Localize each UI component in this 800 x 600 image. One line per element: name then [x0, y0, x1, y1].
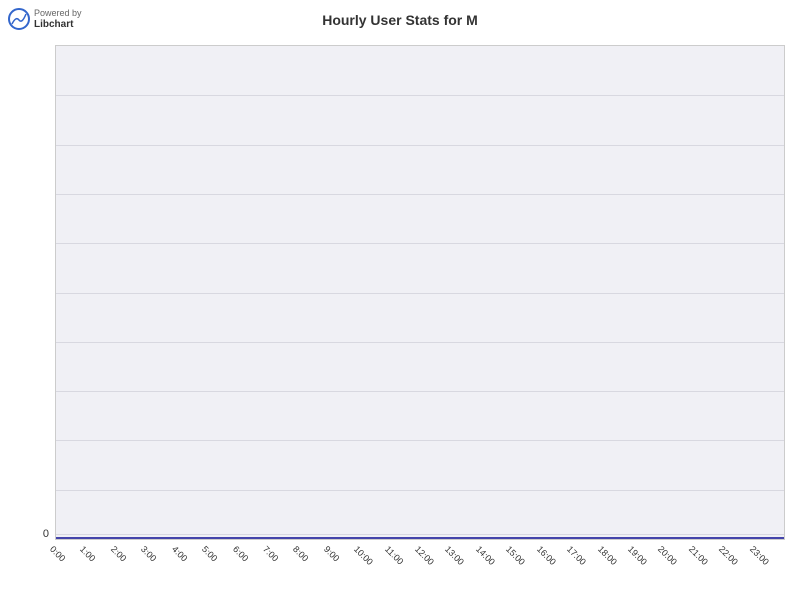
x-axis: 0:001:002:003:004:005:006:007:008:009:00… [55, 540, 785, 600]
grid-line [56, 243, 784, 244]
chart-area [55, 45, 785, 540]
grid-line [56, 293, 784, 294]
x-axis-label: 4:00 [170, 544, 199, 573]
x-axis-label: 3:00 [139, 544, 168, 573]
x-axis-label: 19:00 [626, 544, 655, 573]
grid-line [56, 145, 784, 146]
x-axis-label: 1:00 [78, 544, 107, 573]
x-axis-label: 15:00 [504, 544, 533, 573]
x-axis-label: 11:00 [383, 544, 412, 573]
x-axis-label: 16:00 [535, 544, 564, 573]
x-axis-label: 22:00 [717, 544, 746, 573]
x-axis-label: 13:00 [443, 544, 472, 573]
x-axis-label: 10:00 [352, 544, 381, 573]
x-axis-label: 17:00 [565, 544, 594, 573]
x-axis-label: 12:00 [413, 544, 442, 573]
x-axis-label: 14:00 [474, 544, 503, 573]
x-axis-label: 23:00 [748, 544, 777, 573]
grid-line [56, 95, 784, 96]
zero-line [56, 537, 784, 539]
chart-title: Hourly User Stats for M [0, 12, 800, 28]
grid-line [56, 440, 784, 441]
x-axis-label: 6:00 [230, 544, 259, 573]
x-axis-label: 0:00 [48, 544, 77, 573]
x-axis-label: 18:00 [596, 544, 625, 573]
x-axis-label: 20:00 [656, 544, 685, 573]
grid-line [56, 490, 784, 491]
y-axis: 0 [0, 45, 55, 540]
x-axis-label: 8:00 [291, 544, 320, 573]
grid-line [56, 194, 784, 195]
y-axis-label-0: 0 [43, 529, 49, 540]
x-axis-label: 5:00 [200, 544, 229, 573]
grid-line [56, 391, 784, 392]
grid-line [56, 534, 784, 535]
x-axis-label: 21:00 [687, 544, 716, 573]
x-axis-label: 7:00 [261, 544, 290, 573]
page-container: Powered by Libchart Hourly User Stats fo… [0, 0, 800, 600]
grid-line [56, 342, 784, 343]
x-axis-label: 9:00 [322, 544, 351, 573]
x-axis-label: 2:00 [109, 544, 138, 573]
chart-grid [56, 46, 784, 539]
